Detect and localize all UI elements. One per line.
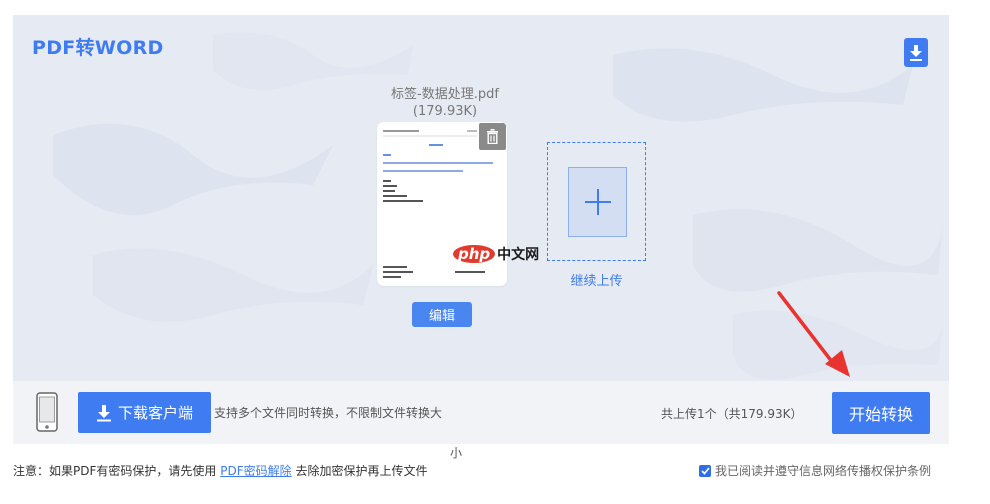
pdf-converter-page: PDF转WORD 标签-数据处理.pdf (179.93K) php 中文网 编… bbox=[0, 0, 990, 504]
notice-prefix: 注意：如果PDF有密码保护，请先使用 bbox=[13, 464, 217, 478]
edit-button[interactable]: 编辑 bbox=[412, 302, 472, 327]
password-notice: 注意：如果PDF有密码保护，请先使用 PDF密码解除 去除加密保护再上传文件 bbox=[13, 462, 427, 479]
watermark-logo: php bbox=[453, 245, 496, 263]
add-file-box[interactable] bbox=[547, 142, 646, 261]
pointer-arrow-annotation bbox=[777, 291, 850, 377]
site-watermark: php 中文网 bbox=[453, 244, 539, 264]
continue-upload-label[interactable]: 继续上传 bbox=[547, 270, 646, 289]
agreement-checkbox[interactable] bbox=[699, 464, 711, 477]
support-text: 支持多个文件同时转换，不限制文件转换大 bbox=[214, 406, 443, 420]
start-convert-button[interactable]: 开始转换 bbox=[832, 392, 930, 434]
upload-total: 共上传1个（共179.93K） bbox=[661, 407, 803, 421]
download-client-button[interactable]: 下载客户端 bbox=[78, 392, 211, 433]
agreement-text[interactable]: 我已阅读并遵守信息网络传播权保护条例 bbox=[715, 462, 931, 479]
agreement: 我已阅读并遵守信息网络传播权保护条例 bbox=[699, 462, 931, 479]
download-icon[interactable] bbox=[904, 38, 928, 67]
trash-icon[interactable] bbox=[479, 123, 506, 150]
file-size: (179.93K) bbox=[412, 104, 478, 119]
download-icon bbox=[96, 404, 111, 421]
file-name: 标签-数据处理.pdf bbox=[391, 87, 499, 102]
page-title: PDF转WORD bbox=[32, 37, 164, 59]
phone-icon bbox=[36, 392, 58, 432]
support-text-wrap: 小 bbox=[450, 446, 463, 460]
plus-icon bbox=[568, 167, 627, 237]
notice-suffix: 去除加密保护再上传文件 bbox=[295, 464, 428, 478]
watermark-text: 中文网 bbox=[497, 247, 540, 263]
download-client-label: 下载客户端 bbox=[117, 404, 193, 422]
action-bar: 下载客户端 支持多个文件同时转换，不限制文件转换大 小 共上传1个（共179.9… bbox=[13, 381, 949, 460]
check-icon bbox=[700, 466, 710, 475]
pdf-password-remove-link[interactable]: PDF密码解除 bbox=[220, 464, 291, 478]
